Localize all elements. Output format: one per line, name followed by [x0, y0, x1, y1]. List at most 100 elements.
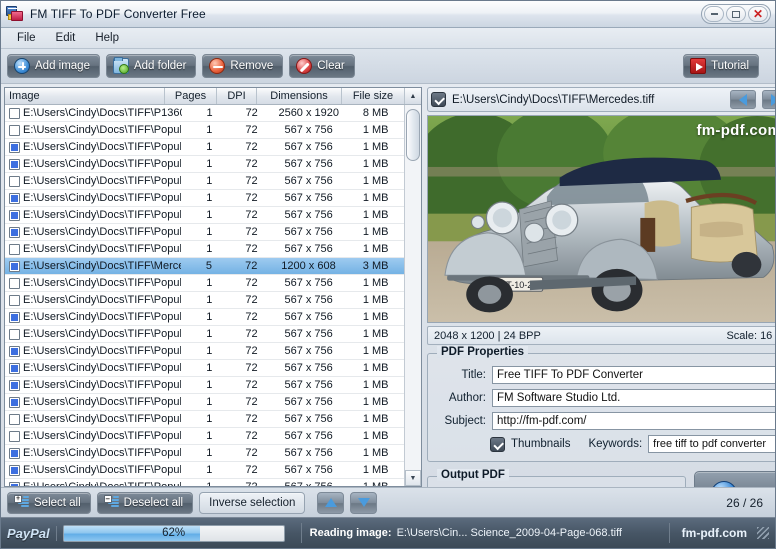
- tutorial-button[interactable]: Tutorial: [683, 54, 759, 78]
- cell-filesize: 1 MB: [362, 464, 389, 476]
- row-checkbox[interactable]: [9, 328, 20, 340]
- clear-button[interactable]: Clear: [289, 54, 355, 78]
- row-checkbox[interactable]: [9, 294, 20, 306]
- thumbnails-checkbox[interactable]: [490, 436, 505, 452]
- row-filename: E:\Users\Cindy\Docs\TIFF\Popular...: [23, 124, 182, 136]
- close-button[interactable]: ✕: [748, 6, 768, 22]
- cell-dpi: 72: [245, 464, 258, 476]
- cell-image: E:\Users\Cindy\Docs\TIFF\Popular...: [5, 192, 185, 204]
- table-row[interactable]: E:\Users\Cindy\Docs\TIFF\Popular...17256…: [5, 479, 404, 486]
- row-checkbox[interactable]: [9, 107, 20, 119]
- column-header-dimensions[interactable]: Dimensions: [257, 88, 342, 104]
- row-checkbox[interactable]: [9, 141, 20, 153]
- table-row[interactable]: E:\Users\Cindy\Docs\TIFF\Popular...17256…: [5, 173, 404, 190]
- remove-button[interactable]: Remove: [202, 54, 284, 78]
- table-row[interactable]: E:\Users\Cindy\Docs\TIFF\Popular...17256…: [5, 377, 404, 394]
- deselect-all-button[interactable]: – Deselect all: [96, 491, 194, 514]
- file-list[interactable]: Image Pages DPI Dimensions File size ▲ E…: [4, 87, 422, 487]
- row-checkbox[interactable]: [9, 311, 20, 323]
- cell-filesize: 8 MB: [362, 107, 389, 119]
- maximize-button[interactable]: [726, 6, 746, 22]
- row-checkbox[interactable]: [9, 209, 20, 221]
- scrollbar-thumb[interactable]: [406, 109, 420, 161]
- table-row[interactable]: E:\Users\Cindy\Docs\TIFF\Popular...17256…: [5, 224, 404, 241]
- menu-edit[interactable]: Edit: [46, 30, 86, 46]
- table-row[interactable]: E:\Users\Cindy\Docs\TIFF\Popular...17256…: [5, 207, 404, 224]
- row-checkbox[interactable]: [9, 430, 20, 442]
- table-row[interactable]: E:\Users\Cindy\Docs\TIFF\Popular...17256…: [5, 462, 404, 479]
- table-row[interactable]: E:\Users\Cindy\Docs\TIFF\Popular...17256…: [5, 156, 404, 173]
- row-filename: E:\Users\Cindy\Docs\TIFF\Popular...: [23, 345, 182, 357]
- table-row[interactable]: E:\Users\Cindy\Docs\TIFF\Popular...17256…: [5, 241, 404, 258]
- row-checkbox[interactable]: [9, 413, 20, 425]
- menu-file[interactable]: File: [7, 30, 46, 46]
- row-checkbox[interactable]: [9, 192, 20, 204]
- remove-label: Remove: [230, 60, 274, 72]
- row-checkbox[interactable]: [9, 379, 20, 391]
- row-checkbox[interactable]: [9, 464, 20, 476]
- inverse-selection-button[interactable]: Inverse selection: [199, 491, 306, 514]
- table-row[interactable]: E:\Users\Cindy\Docs\TIFF\Popular...17256…: [5, 190, 404, 207]
- move-down-button[interactable]: [350, 491, 378, 514]
- table-row[interactable]: E:\Users\Cindy\Docs\TIFF\Merced... 5 72 120…: [5, 258, 404, 275]
- column-header-dpi[interactable]: DPI: [217, 88, 257, 104]
- row-filename: E:\Users\Cindy\Docs\TIFF\Popular...: [23, 277, 182, 289]
- row-checkbox[interactable]: [9, 158, 20, 170]
- column-header-pages[interactable]: Pages: [165, 88, 217, 104]
- row-checkbox[interactable]: [9, 345, 20, 357]
- previous-image-button[interactable]: [730, 90, 757, 109]
- table-row[interactable]: E:\Users\Cindy\Docs\TIFF\Popular...17256…: [5, 139, 404, 156]
- column-header-image[interactable]: Image: [5, 88, 165, 104]
- table-row[interactable]: E:\Users\Cindy\Docs\TIFF\Popular...17256…: [5, 411, 404, 428]
- move-up-button[interactable]: [317, 491, 345, 514]
- scrollbar-track[interactable]: [405, 105, 421, 470]
- add-folder-button[interactable]: Add folder: [105, 54, 197, 78]
- select-all-button[interactable]: + Select all: [7, 491, 91, 514]
- row-checkbox[interactable]: [9, 396, 20, 408]
- title-input[interactable]: Free TIFF To PDF Converter: [492, 366, 775, 384]
- paypal-logo[interactable]: PayPal: [7, 525, 57, 541]
- column-header-filesize[interactable]: File size: [342, 88, 404, 104]
- row-checkbox[interactable]: [9, 226, 20, 238]
- cell-dpi: 72: [245, 226, 258, 238]
- table-row[interactable]: E:\Users\Cindy\Docs\TIFF\Popular...17256…: [5, 360, 404, 377]
- next-image-button[interactable]: [762, 90, 775, 109]
- scroll-down-button[interactable]: ▼: [405, 470, 421, 486]
- row-checkbox[interactable]: [9, 175, 20, 187]
- table-row[interactable]: E:\Users\Cindy\Docs\TIFF\P13603... 1 72 256…: [5, 105, 404, 122]
- preview-pane: E:\Users\Cindy\Docs\TIFF\Mercedes.tiff O…: [425, 85, 775, 517]
- subject-input[interactable]: http://fm-pdf.com/: [492, 412, 775, 430]
- table-row[interactable]: E:\Users\Cindy\Docs\TIFF\Popular...17256…: [5, 428, 404, 445]
- preview-include-checkbox[interactable]: [431, 92, 446, 107]
- row-checkbox[interactable]: [9, 481, 20, 486]
- arrow-right-icon: [771, 93, 775, 106]
- table-row[interactable]: E:\Users\Cindy\Docs\TIFF\Popular...17256…: [5, 309, 404, 326]
- resize-grip[interactable]: [757, 527, 769, 539]
- row-checkbox[interactable]: [9, 277, 20, 289]
- cell-dimensions: 567 x 756: [284, 464, 333, 476]
- table-row[interactable]: E:\Users\Cindy\Docs\TIFF\Popular...17256…: [5, 122, 404, 139]
- image-preview[interactable]: OT-10-23 fm-pdf.com: [427, 115, 775, 323]
- image-scale: Scale: 16 %: [726, 329, 775, 342]
- cell-filesize: 1 MB: [347, 481, 404, 486]
- row-checkbox[interactable]: [9, 260, 20, 272]
- cell-filesize: 1 MB: [362, 311, 389, 323]
- row-checkbox[interactable]: [9, 243, 20, 255]
- row-checkbox[interactable]: [9, 124, 20, 136]
- minimize-button[interactable]: [704, 6, 724, 22]
- table-row[interactable]: E:\Users\Cindy\Docs\TIFF\Popular...17256…: [5, 292, 404, 309]
- author-input[interactable]: FM Software Studio Ltd.: [492, 389, 775, 407]
- scroll-up-button[interactable]: ▲: [404, 88, 421, 104]
- table-row[interactable]: E:\Users\Cindy\Docs\TIFF\Popular...17256…: [5, 326, 404, 343]
- row-checkbox[interactable]: [9, 447, 20, 459]
- keywords-input[interactable]: free tiff to pdf converter: [648, 435, 775, 453]
- table-row[interactable]: E:\Users\Cindy\Docs\TIFF\Popular...17256…: [5, 445, 404, 462]
- table-row[interactable]: E:\Users\Cindy\Docs\TIFF\Popular...17256…: [5, 275, 404, 292]
- table-row[interactable]: E:\Users\Cindy\Docs\TIFF\Popular...17256…: [5, 343, 404, 360]
- table-row[interactable]: E:\Users\Cindy\Docs\TIFF\Popular...17256…: [5, 394, 404, 411]
- cell-image: E:\Users\Cindy\Docs\TIFF\Popular...: [5, 124, 185, 136]
- file-list-scrollbar[interactable]: ▼: [404, 105, 421, 486]
- add-image-button[interactable]: Add image: [7, 54, 100, 78]
- row-checkbox[interactable]: [9, 362, 20, 374]
- menu-help[interactable]: Help: [85, 30, 129, 46]
